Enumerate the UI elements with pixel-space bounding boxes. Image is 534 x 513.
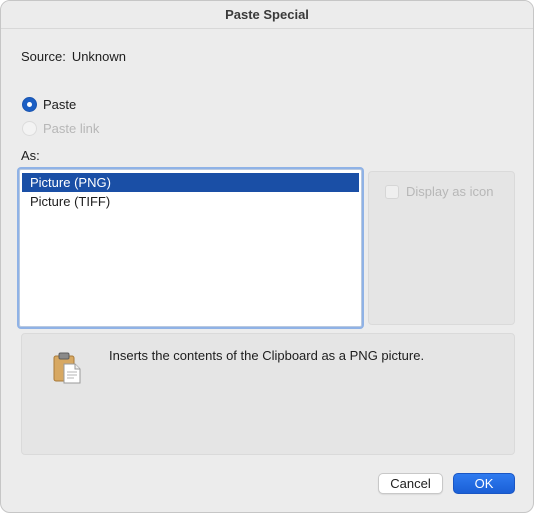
source-value: Unknown bbox=[71, 49, 127, 64]
paste-link-radio-option: Paste link bbox=[22, 121, 99, 136]
display-as-icon-option: Display as icon bbox=[385, 184, 493, 199]
list-item[interactable]: Picture (PNG) bbox=[22, 173, 359, 192]
paste-link-radio-label: Paste link bbox=[43, 121, 100, 136]
display-as-icon-checkbox bbox=[385, 184, 399, 199]
list-item[interactable]: Picture (TIFF) bbox=[22, 192, 359, 211]
result-description: Inserts the contents of the Clipboard as… bbox=[109, 348, 425, 363]
dialog-title: Paste Special bbox=[1, 1, 533, 29]
as-label: As: bbox=[21, 148, 40, 163]
display-as-icon-panel: Display as icon bbox=[368, 171, 515, 325]
display-as-icon-label: Display as icon bbox=[406, 184, 494, 199]
source-row: Source: Unknown bbox=[21, 49, 126, 64]
as-format-list[interactable]: Picture (PNG) Picture (TIFF) bbox=[19, 169, 362, 327]
ok-button[interactable]: OK bbox=[453, 473, 515, 494]
cancel-button[interactable]: Cancel bbox=[378, 473, 443, 494]
paste-special-dialog: Paste Special Source: Unknown Paste Paste… bbox=[0, 0, 534, 513]
clipboard-icon bbox=[52, 352, 82, 384]
result-panel: Inserts the contents of the Clipboard as… bbox=[21, 333, 515, 455]
paste-link-radio-button bbox=[22, 121, 37, 136]
paste-radio-button[interactable] bbox=[22, 97, 37, 112]
paste-radio-label[interactable]: Paste bbox=[43, 97, 76, 112]
paste-radio-option[interactable]: Paste bbox=[22, 97, 76, 112]
source-label: Source: bbox=[21, 49, 66, 64]
